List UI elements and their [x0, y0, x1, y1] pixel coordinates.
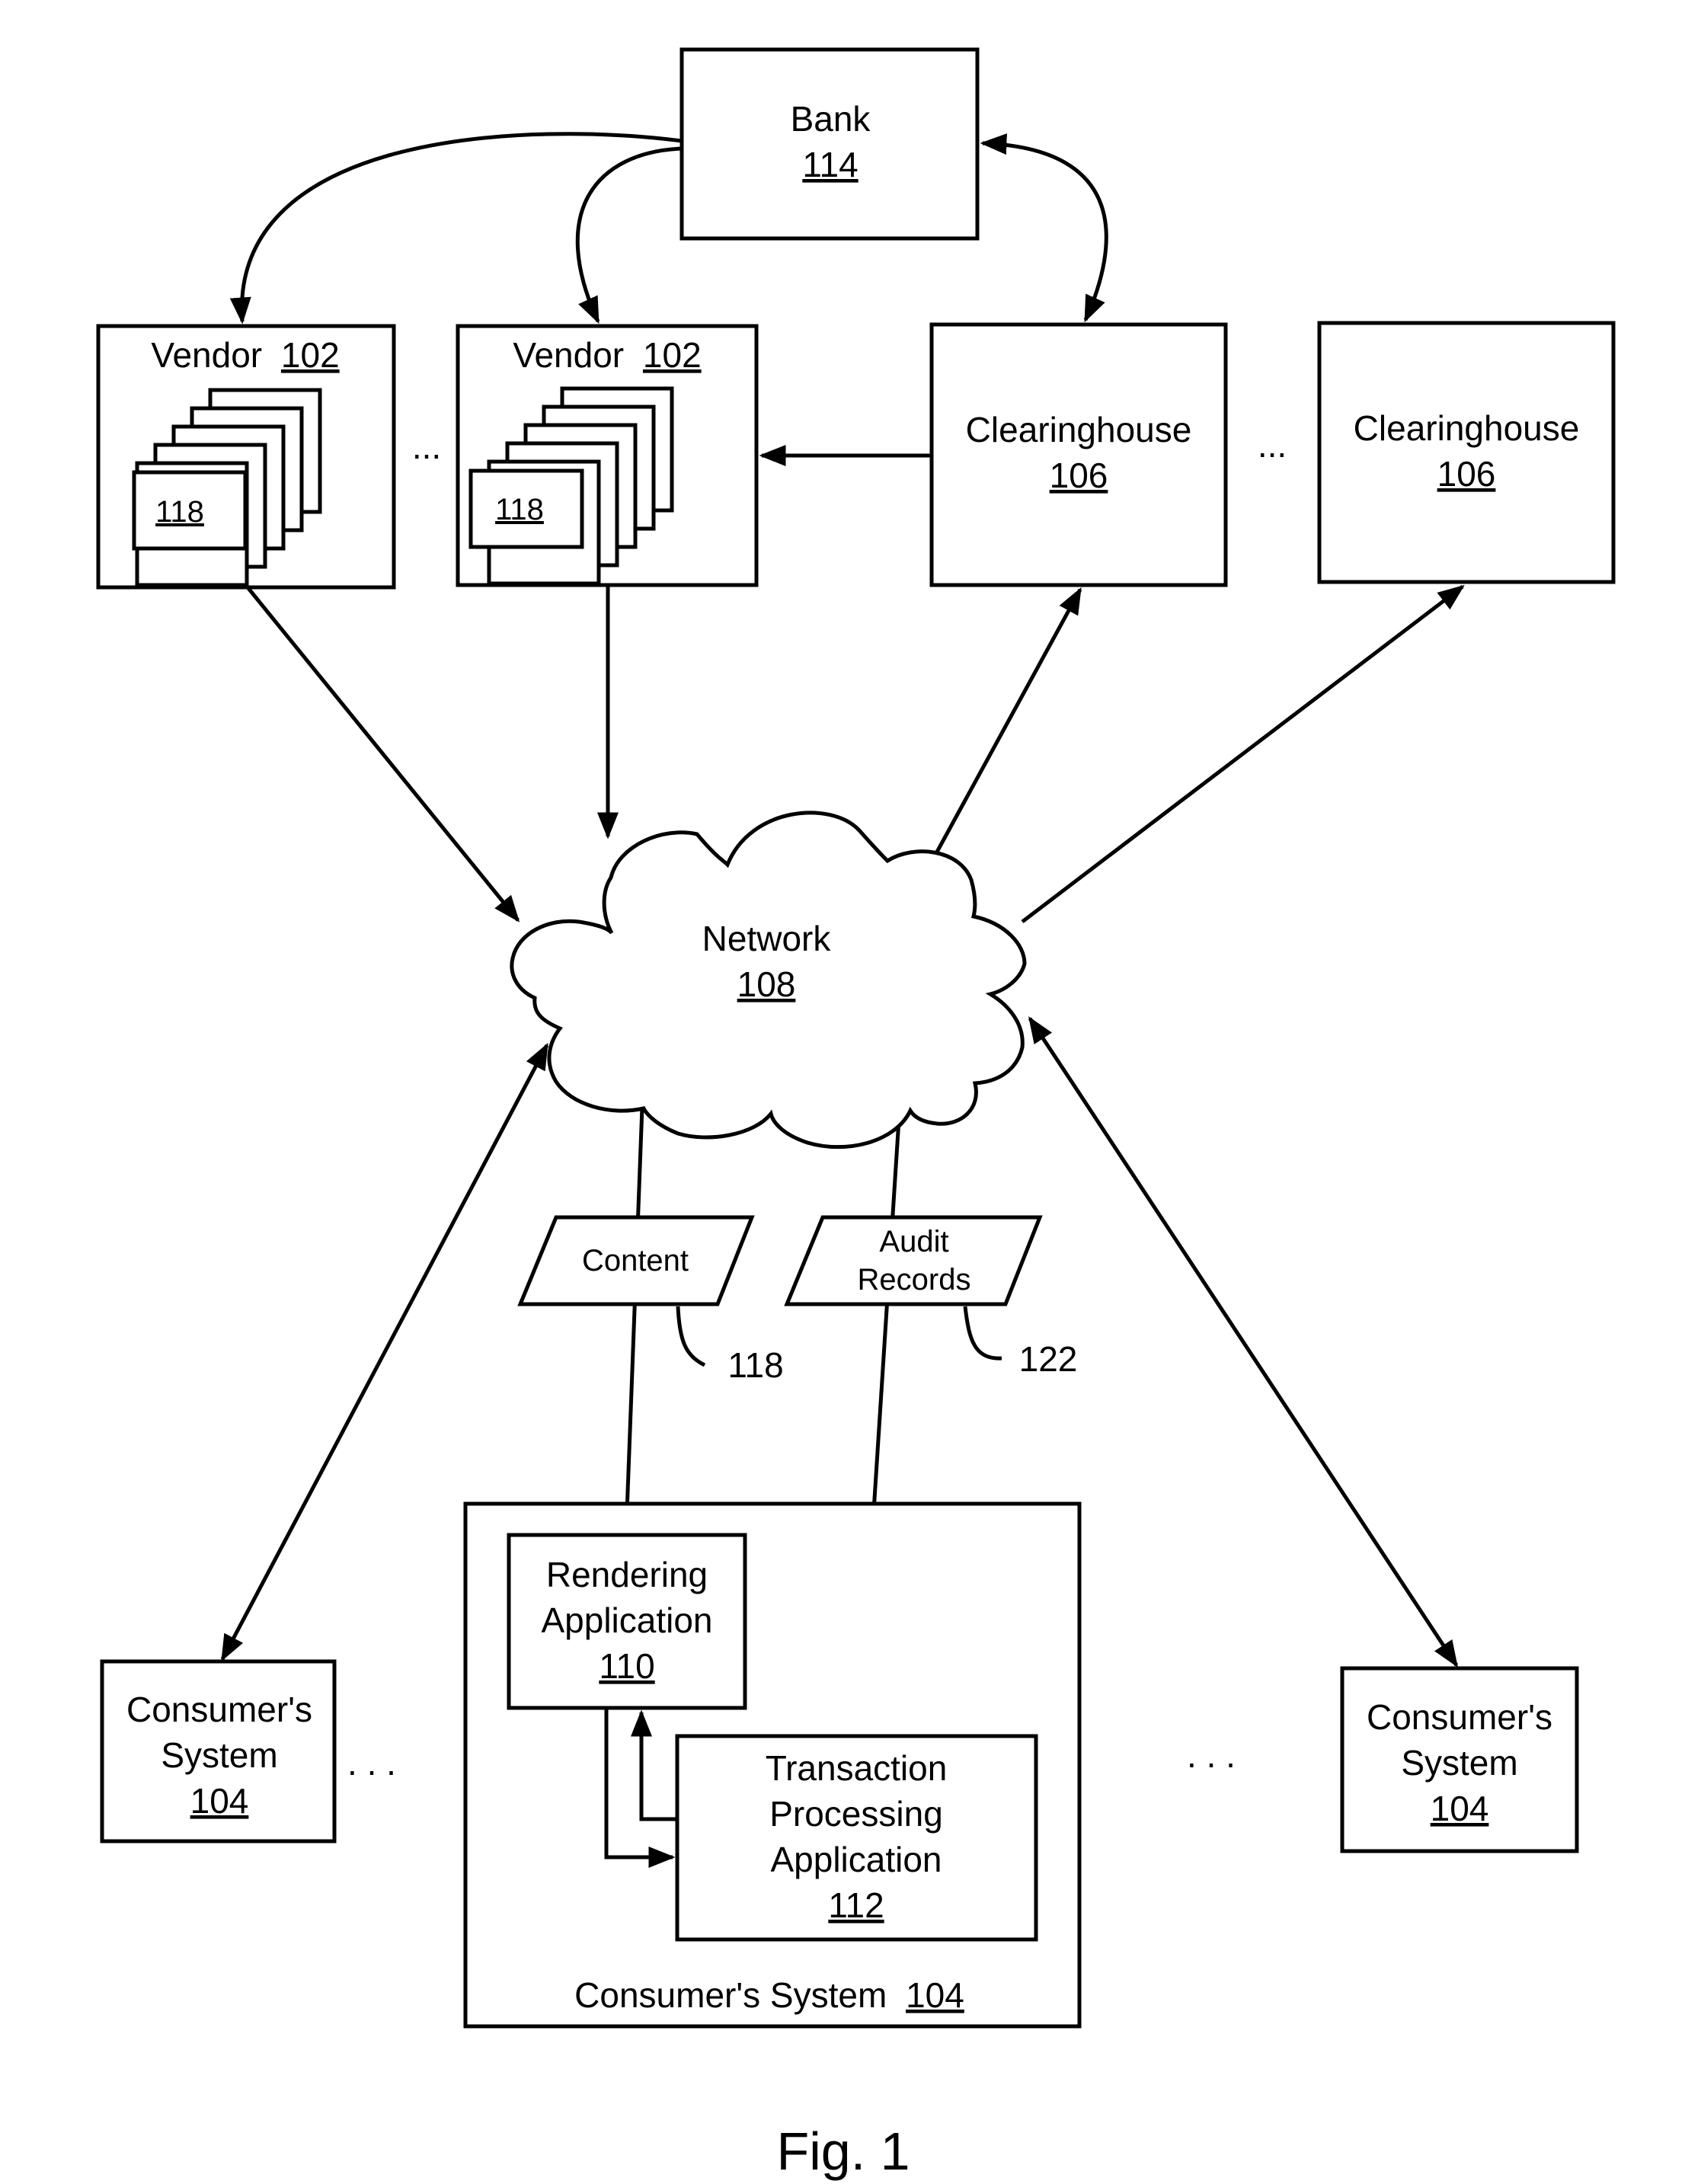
vendor-node-1: Vendor 102 118: [96, 324, 396, 590]
clearinghouse-2-box: [1317, 321, 1616, 584]
consumers-left-ellipsis: . . .: [347, 1743, 396, 1783]
bank-label: Bank: [791, 99, 871, 139]
rendering-app-line1: Rendering: [546, 1555, 708, 1594]
clearinghouse-1-label: Clearinghouse: [966, 410, 1192, 449]
clearinghouse-1-ref: 106: [1050, 456, 1108, 495]
rendering-application-node: Rendering Application 110: [507, 1533, 747, 1710]
bank-node: Bank 114: [679, 47, 980, 241]
content-data-node: Content 118: [517, 1215, 784, 1385]
content-label: Content: [582, 1244, 689, 1277]
clearinghouse-2-ref: 106: [1437, 454, 1496, 494]
content-callout-line: [676, 1306, 706, 1367]
patent-diagram: Bank 114 Vendor 102 118 Vendor 102 118 .…: [96, 47, 1616, 2181]
arrow-bank-to-vendor-2: [575, 146, 683, 325]
vendor-1-content-ref: 118: [155, 495, 204, 529]
consumer-system-right: Consumer's System 104: [1340, 1666, 1579, 1853]
consumer-main-label: Consumer's System 104: [574, 1975, 964, 2015]
consumer-left-ref: 104: [190, 1781, 249, 1821]
content-callout-ref: 118: [727, 1345, 783, 1385]
audit-records-callout-line: [963, 1306, 1002, 1361]
transaction-app-line1: Transaction: [766, 1748, 948, 1788]
clearinghouse-1-box: [929, 322, 1228, 587]
transaction-app-line2: Processing: [769, 1794, 943, 1834]
clearinghouse-2-label: Clearinghouse: [1354, 408, 1580, 448]
vendors-ellipsis: ...: [412, 427, 441, 466]
network-node: Network 108: [510, 811, 1027, 1150]
vendor-1-ref: 102: [281, 335, 340, 375]
bank-box: [679, 47, 980, 241]
transaction-app-line3: Application: [770, 1840, 942, 1879]
consumer-system-main: Consumer's System 104 Rendering Applicat…: [463, 1501, 1082, 2029]
vendor-1-label: Vendor 102: [151, 335, 339, 375]
consumer-right-ref: 104: [1431, 1789, 1489, 1828]
consumer-left-line1: Consumer's: [126, 1690, 312, 1729]
rendering-app-ref: 110: [599, 1646, 654, 1686]
audit-records-label-line2: Records: [858, 1263, 971, 1297]
arrow-network-consumer-right: [1028, 1016, 1459, 1668]
audit-records-callout-ref: 122: [1019, 1339, 1078, 1379]
audit-records-data-node: Audit Records 122: [784, 1215, 1078, 1379]
consumer-system-left: Consumer's System 104: [100, 1659, 337, 1843]
vendor-node-2: Vendor 102 118: [456, 324, 759, 587]
consumer-left-line2: System: [161, 1735, 277, 1775]
bank-ref: 114: [802, 145, 858, 184]
vendor-1-name: Vendor: [151, 335, 262, 375]
arrow-network-to-clearinghouse-2: [1021, 584, 1465, 923]
consumer-main-ref: 104: [906, 1975, 964, 2015]
consumer-main-name: Consumer's System: [574, 1975, 887, 2015]
vendor-2-name: Vendor: [513, 335, 624, 375]
vendor-2-ref: 102: [643, 335, 702, 375]
consumers-right-ellipsis: . . .: [1187, 1735, 1236, 1775]
clearinghouse-node-1: Clearinghouse 106: [929, 322, 1228, 587]
arrow-vendor-1-to-network: [246, 586, 520, 923]
rendering-app-line2: Application: [541, 1600, 712, 1640]
vendor-2-content-ref: 118: [495, 493, 544, 526]
network-ref: 108: [737, 964, 796, 1004]
consumer-right-line1: Consumer's: [1367, 1697, 1552, 1737]
transaction-app-ref: 112: [828, 1885, 884, 1925]
arrow-bank-to-vendor-1: [229, 132, 683, 325]
arrow-network-to-clearinghouse-1: [933, 587, 1082, 856]
clearinghouses-ellipsis: ...: [1258, 425, 1287, 465]
clearinghouse-node-2: Clearinghouse 106: [1317, 321, 1616, 584]
figure-caption: Fig. 1: [776, 2122, 910, 2181]
arrow-bank-clearinghouse-1: [980, 133, 1108, 323]
transaction-processing-node: Transaction Processing Application 112: [675, 1734, 1038, 1942]
network-label: Network: [702, 919, 832, 958]
vendor-2-label: Vendor 102: [513, 335, 701, 375]
consumer-right-line2: System: [1401, 1743, 1517, 1783]
audit-records-label-line1: Audit: [879, 1225, 948, 1258]
